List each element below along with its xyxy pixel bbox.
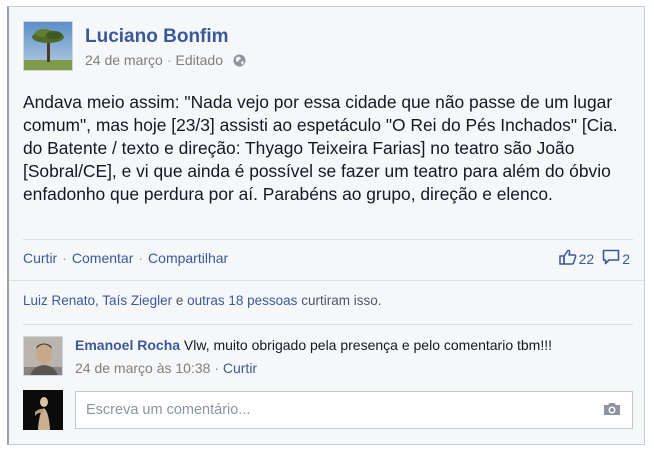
post-header: Luciano Bonfim 24 de março · Editado <box>23 21 423 73</box>
post-meta: 24 de março · Editado <box>85 52 246 68</box>
comment-bubble-icon <box>602 249 620 268</box>
camera-icon[interactable] <box>603 402 621 416</box>
comment-meta: 24 de março às 10:38 · Curtir <box>75 360 257 376</box>
commenter-name[interactable]: Emanoel Rocha <box>75 337 180 353</box>
post-body-text: Andava meio assim: "Nada vejo por essa c… <box>23 92 618 204</box>
post-counts: 22 2 <box>558 249 630 268</box>
like-link[interactable]: Curtir <box>23 250 57 266</box>
current-user-avatar <box>23 390 63 430</box>
comment-count-button[interactable]: 2 <box>602 249 630 268</box>
edited-label[interactable]: Editado <box>176 52 223 68</box>
like-count: 22 <box>578 250 595 267</box>
comment-like-link[interactable]: Curtir <box>223 360 257 376</box>
divider <box>23 324 633 325</box>
share-link[interactable]: Compartilhar <box>148 250 228 266</box>
author-avatar[interactable] <box>23 21 73 71</box>
likers-names[interactable]: Luiz Renato, Taís Ziegler <box>23 293 172 308</box>
post-card: Luciano Bonfim 24 de março · Editado And… <box>7 6 645 445</box>
action-dot: · <box>62 250 67 266</box>
comment-line: Emanoel Rocha Vlw, muito obrigado pela p… <box>75 337 552 353</box>
post-actions: Curtir · Comentar · Compartilhar <box>23 250 228 266</box>
comment-text: Vlw, muito obrigado pela presença e pelo… <box>183 337 553 353</box>
like-count-button[interactable]: 22 <box>558 249 595 268</box>
comment-composer <box>23 389 633 431</box>
action-dot: · <box>138 250 144 266</box>
globe-icon[interactable] <box>233 54 246 67</box>
post-date[interactable]: 24 de março <box>85 52 163 68</box>
likes-summary: Luiz Renato, Taís Ziegler e outras 18 pe… <box>23 293 381 308</box>
comment-meta-dot: · <box>214 360 219 376</box>
comment-input[interactable] <box>75 391 633 429</box>
comment-timestamp[interactable]: 24 de março às 10:38 <box>75 360 210 376</box>
comment-item: Emanoel Rocha Vlw, muito obrigado pela p… <box>23 336 633 380</box>
post-author-name[interactable]: Luciano Bonfim <box>85 26 229 48</box>
likes-connector: e <box>172 293 188 308</box>
thumbs-up-icon <box>558 249 577 268</box>
meta-separator: · <box>166 52 172 68</box>
likes-suffix: curtiram isso. <box>297 293 382 308</box>
comment-count: 2 <box>622 250 630 267</box>
commenter-avatar[interactable] <box>23 336 63 376</box>
divider <box>23 239 633 240</box>
divider <box>9 280 644 281</box>
likes-others-link[interactable]: outras 18 pessoas <box>187 293 297 308</box>
comment-link[interactable]: Comentar <box>72 250 133 266</box>
